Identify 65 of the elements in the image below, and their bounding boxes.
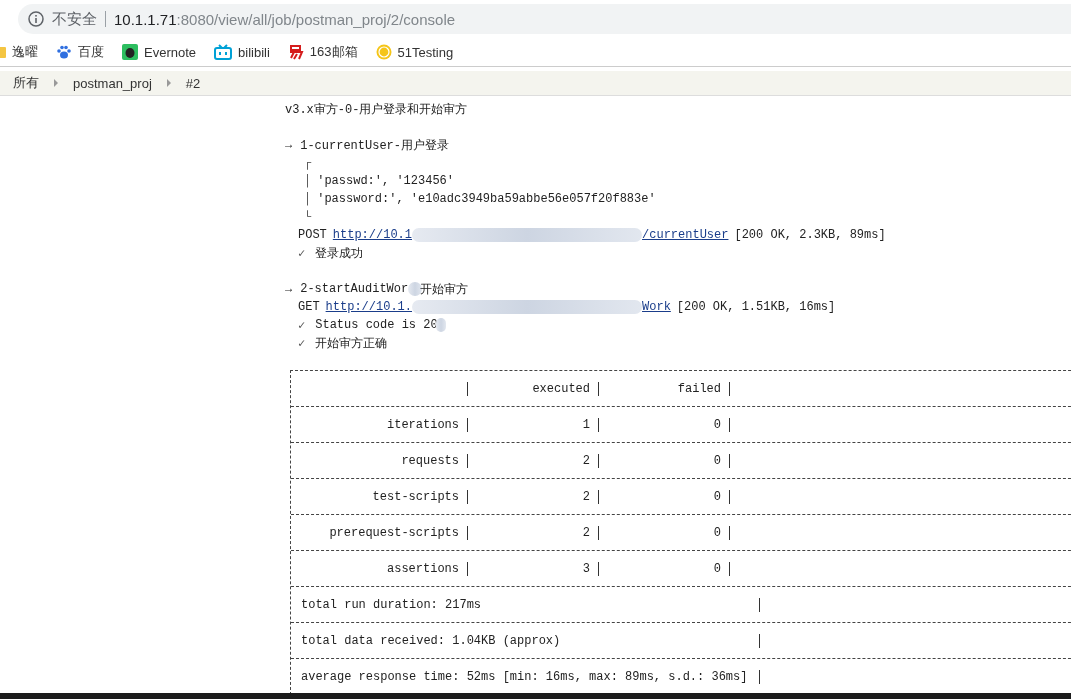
- row-label: assertions: [387, 561, 459, 576]
- column-header: executed: [532, 381, 590, 396]
- check-glyph: ✓: [298, 245, 306, 261]
- url-path: :8080/view/all/job/postman_proj/2/console: [176, 10, 456, 28]
- bookmark[interactable]: 51Testing: [375, 44, 454, 60]
- url-host: 10.1.1.71: [114, 10, 177, 28]
- table-cell: 2: [582, 525, 590, 540]
- bookmark[interactable]: Evernote: [122, 44, 197, 60]
- table-cell: 0: [713, 489, 721, 504]
- breadcrumb-link[interactable]: #2: [185, 75, 201, 91]
- breadcrumb-link[interactable]: 所有: [13, 74, 39, 92]
- http-method: GET: [298, 300, 320, 314]
- table-cell: 0: [713, 561, 721, 576]
- summary-text: total run duration: 217ms: [301, 597, 482, 612]
- bracket-glyph: ┌: [304, 156, 312, 170]
- step-name: 2-startAuditWor: [300, 282, 409, 296]
- address-bar[interactable]: 不安全 10.1.1.71:8080/view/all/job/postman_proj/2/console: [18, 4, 1071, 34]
- arrow-glyph: →: [285, 138, 293, 152]
- row-label: requests: [401, 453, 459, 468]
- bracket-glyph: └: [304, 210, 312, 224]
- table-cell: 0: [713, 417, 721, 432]
- row-label: test-scripts: [372, 489, 459, 504]
- table-cell: 0: [713, 453, 721, 468]
- param-text: 'passwd:', '123456': [317, 174, 455, 188]
- bookmark[interactable]: 百度: [56, 43, 104, 61]
- response-summary: [200 OK, 2.3KB, 89ms]: [734, 228, 886, 242]
- assertion-text: 开始审方正确: [315, 335, 388, 352]
- http-method: POST: [298, 228, 327, 242]
- url-link[interactable]: /currentUser: [642, 228, 729, 242]
- table-cell: 0: [713, 525, 721, 540]
- arrow-glyph: →: [285, 282, 293, 296]
- coin-icon: [375, 44, 392, 60]
- param-text: 'password:', 'e10adc3949ba59abbe56e057f20f883e': [317, 192, 656, 206]
- table-cell: 1: [582, 417, 590, 432]
- breadcrumb-link[interactable]: postman_proj: [73, 75, 152, 91]
- console-title: v3.x审方-0-用户登录和开始审方: [285, 101, 468, 118]
- step-name: 1-currentUser-用户登录: [300, 137, 450, 154]
- check-glyph: ✓: [298, 335, 306, 351]
- row-label: prerequest-scripts: [329, 525, 459, 540]
- summary-text: total data received: 1.04KB (approx): [301, 633, 561, 648]
- bracket-glyph: │: [304, 174, 312, 188]
- check-glyph: ✓: [298, 317, 306, 333]
- security-label: 不安全: [52, 9, 97, 29]
- row-label: iterations: [387, 417, 459, 432]
- caret-icon: [53, 78, 59, 88]
- bookmark[interactable]: 逸曜: [0, 43, 38, 61]
- url-link[interactable]: Work: [642, 300, 671, 314]
- tv-icon: [214, 44, 233, 60]
- summary-text: average response time: 52ms [min: 16ms, max: 89ms, s.d.: 36ms]: [301, 669, 748, 684]
- url-link[interactable]: http://10.1: [332, 228, 413, 242]
- table-cell: 3: [582, 561, 590, 576]
- info-icon: [28, 11, 44, 27]
- caret-icon: [165, 78, 172, 88]
- table-cell: 2: [582, 489, 590, 504]
- column-header: failed: [677, 381, 721, 396]
- bracket-glyph: │: [304, 192, 312, 206]
- assertion-text: 登录成功: [315, 245, 364, 262]
- url-link[interactable]: http://10.1.: [325, 300, 413, 314]
- bookmark[interactable]: bilibili: [214, 44, 270, 60]
- paw-icon: [56, 44, 72, 60]
- step-name: 开始审方: [420, 281, 469, 298]
- response-summary: [200 OK, 1.51KB, 16ms]: [676, 300, 836, 314]
- table-cell: 2: [582, 453, 590, 468]
- folder-icon: [0, 44, 6, 60]
- bookmark[interactable]: 163邮箱: [287, 43, 358, 61]
